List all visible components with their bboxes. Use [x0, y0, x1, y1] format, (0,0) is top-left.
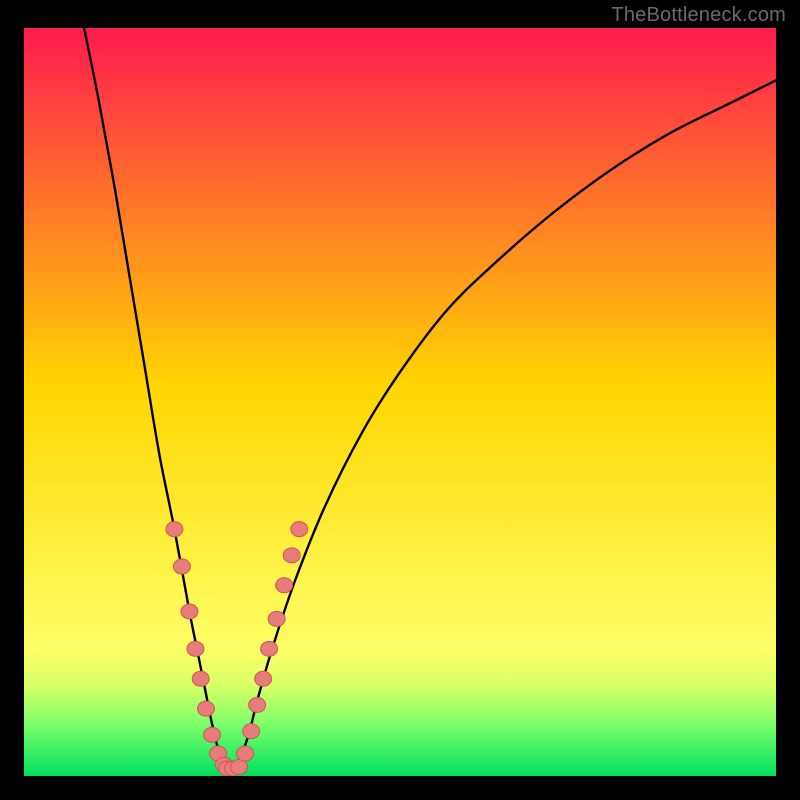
bottleneck-curve-path — [84, 28, 776, 770]
highlight-dot — [231, 760, 248, 775]
highlight-dot — [249, 697, 266, 712]
highlight-dot — [283, 548, 300, 563]
highlight-dot — [291, 522, 308, 537]
chart-canvas: TheBottleneck.com — [0, 0, 800, 800]
highlight-dot — [237, 746, 254, 761]
highlight-dot — [204, 727, 221, 742]
watermark-text: TheBottleneck.com — [611, 4, 786, 27]
highlight-dot — [192, 671, 209, 686]
highlight-dot — [268, 611, 285, 626]
highlight-dot — [261, 641, 278, 656]
highlight-dot — [243, 724, 260, 739]
highlight-dot — [187, 641, 204, 656]
highlight-dot — [276, 578, 293, 593]
plot-area — [24, 28, 776, 776]
bottleneck-curve — [24, 28, 776, 776]
highlight-dot — [181, 604, 198, 619]
highlight-dot — [173, 559, 190, 574]
highlight-dot — [166, 522, 183, 537]
highlight-dot — [197, 701, 214, 716]
highlight-dot — [255, 671, 272, 686]
